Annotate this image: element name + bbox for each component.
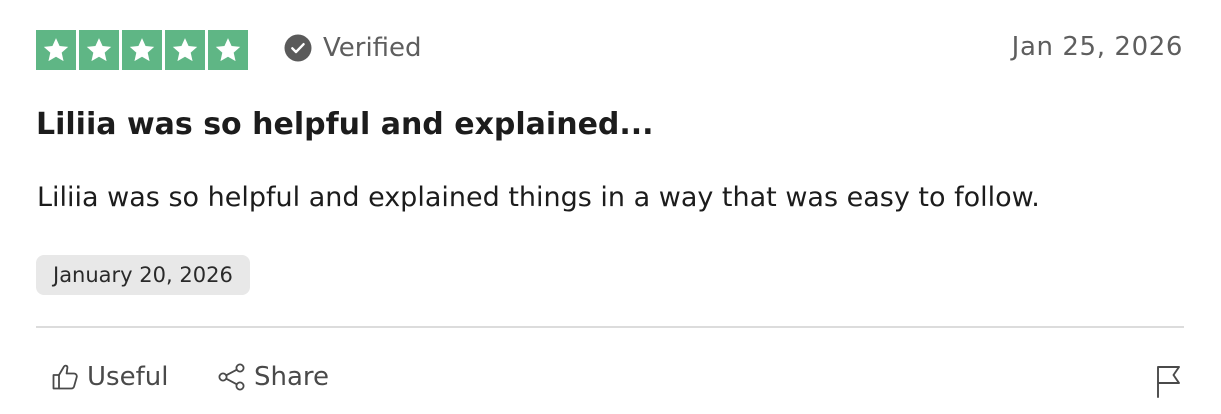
useful-button[interactable]: Useful [50, 362, 168, 392]
verified-check-icon [284, 34, 312, 62]
date-of-experience-label: January 20, 2026 [53, 263, 233, 287]
thumbs-up-icon [52, 364, 78, 390]
verified-label: Verified [323, 33, 422, 63]
verified-badge: Verified [284, 33, 422, 63]
report-button[interactable] [1154, 364, 1184, 398]
useful-label: Useful [87, 362, 169, 392]
star-icon [36, 30, 76, 70]
review-title[interactable]: Liliia was so helpful and explained... [36, 107, 654, 142]
star-icon [122, 30, 162, 70]
divider [36, 326, 1184, 328]
star-icon [208, 30, 248, 70]
flag-icon [1157, 366, 1180, 398]
review-body: Liliia was so helpful and explained thin… [37, 182, 1040, 213]
star-icon [165, 30, 205, 70]
review-date: Jan 25, 2026 [1011, 32, 1183, 62]
star-rating [36, 30, 248, 70]
review-card: Verified Jan 25, 2026 Liliia was so help… [0, 0, 1221, 414]
share-label: Share [254, 362, 330, 392]
share-button[interactable]: Share [217, 362, 329, 392]
share-icon [218, 363, 245, 391]
date-of-experience-badge: January 20, 2026 [36, 255, 250, 295]
star-icon [79, 30, 119, 70]
